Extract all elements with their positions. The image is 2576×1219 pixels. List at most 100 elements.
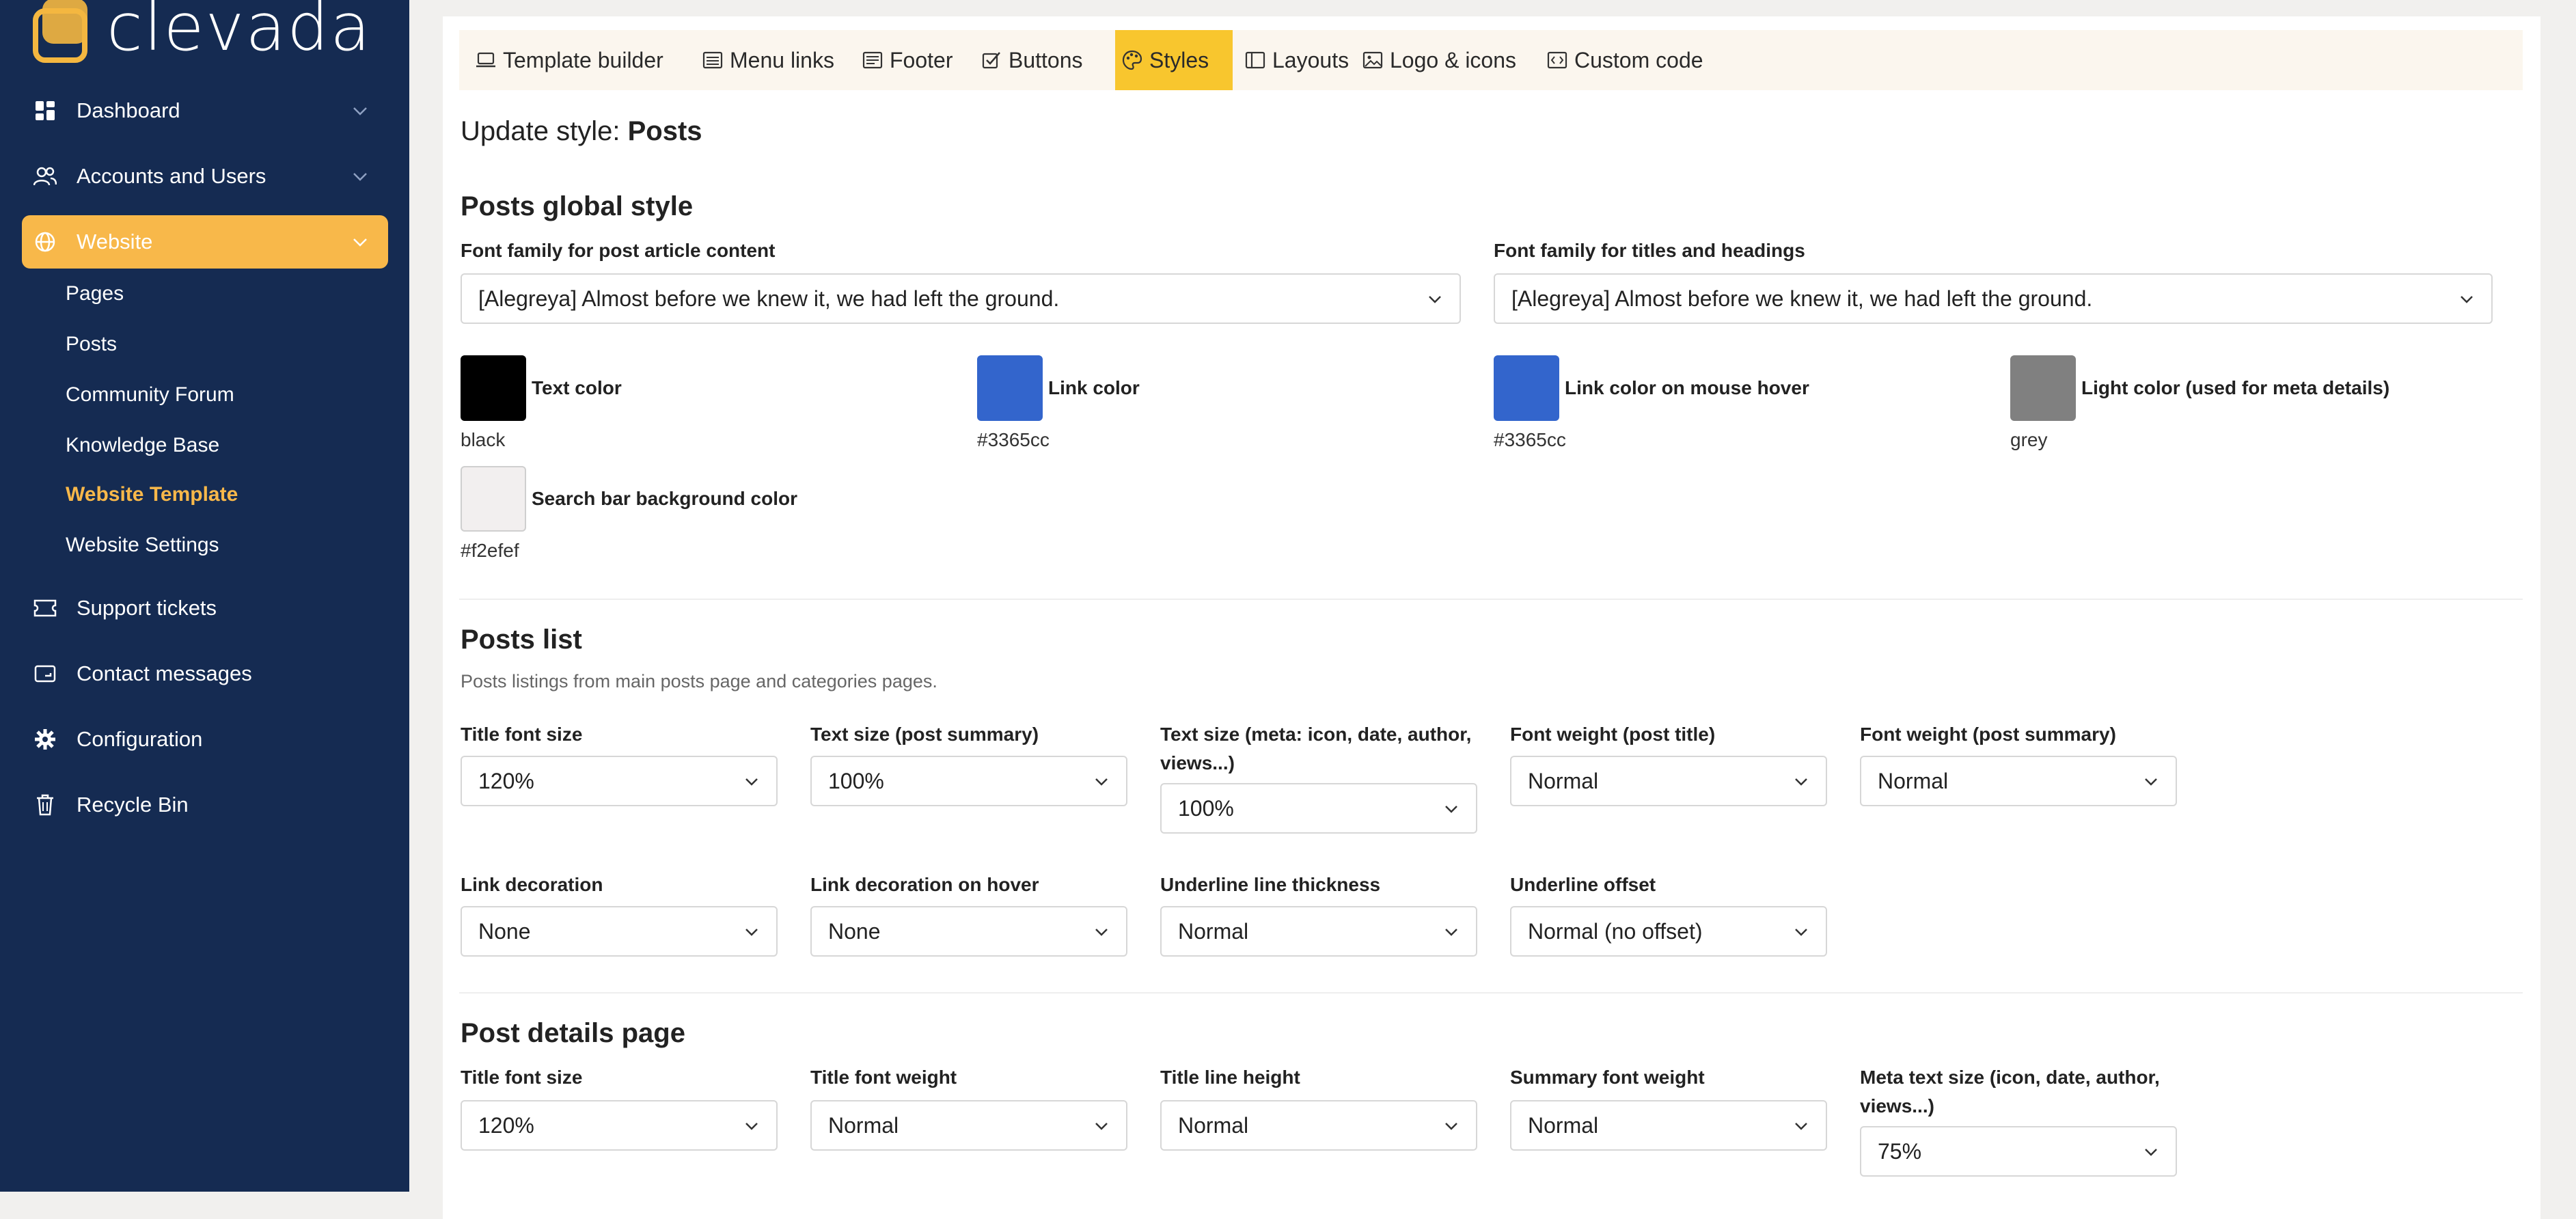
gear-icon	[33, 727, 57, 752]
chevron-down-icon	[1445, 1123, 1457, 1130]
sidebar-subitem-website-settings[interactable]: Website Settings	[66, 532, 219, 559]
sidebar-item-label: Support tickets	[77, 596, 217, 620]
details-title-line-height-select[interactable]: Normal	[1160, 1100, 1477, 1151]
link-decoration-hover-select[interactable]: None	[810, 906, 1127, 957]
search-bar-color-swatch[interactable]	[461, 466, 526, 532]
chevron-down-icon	[1095, 1123, 1108, 1130]
post-summary-weight-label: Font weight (post summary)	[1860, 724, 2116, 745]
logo-mark-icon	[33, 0, 92, 66]
text-color-label: Text color	[532, 377, 622, 398]
sidebar-item-support-tickets[interactable]: Support tickets	[22, 581, 388, 635]
search-bar-color-value: #f2efef	[461, 540, 519, 561]
meta-text-size-label: Text size (meta: icon, date, author, vie…	[1160, 724, 1472, 773]
light-color-label: Light color (used for meta details)	[2081, 377, 2390, 398]
chevron-down-icon	[353, 107, 367, 115]
chevron-down-icon	[745, 778, 758, 786]
tab-layouts[interactable]: Layouts	[1238, 30, 1356, 90]
tab-styles[interactable]: Styles	[1115, 30, 1233, 90]
palette-icon	[1122, 50, 1142, 70]
sidebar-item-website[interactable]: Website	[22, 215, 388, 269]
sidebar-item-contact-messages[interactable]: Contact messages	[22, 647, 388, 700]
tab-footer[interactable]: Footer	[855, 30, 959, 90]
select-value: Normal (no offset)	[1528, 918, 1703, 944]
tab-label: Custom code	[1574, 47, 1703, 72]
light-color-value: grey	[2010, 429, 2048, 450]
link-decoration-select[interactable]: None	[461, 906, 778, 957]
tab-logo-icons[interactable]: Logo & icons	[1356, 30, 1523, 90]
chevron-down-icon	[745, 929, 758, 936]
tab-label: Menu links	[730, 47, 834, 72]
sidebar-item-configuration[interactable]: Configuration	[22, 713, 388, 766]
select-value: None	[828, 918, 881, 944]
sidebar-item-label: Website	[77, 230, 153, 254]
details-summary-weight-label: Summary font weight	[1510, 1067, 1705, 1088]
post-summary-weight-select[interactable]: Normal	[1860, 756, 2177, 806]
tab-label: Styles	[1149, 47, 1209, 72]
select-value: 75%	[1878, 1138, 1922, 1164]
page-title: Update style: Posts	[461, 116, 702, 147]
title-font-size-select[interactable]: 120%	[461, 756, 778, 806]
page-title-name: Posts	[627, 116, 702, 146]
section-divider	[459, 599, 2523, 600]
chevron-down-icon	[1095, 778, 1108, 786]
sidebar-subitem-posts[interactable]: Posts	[66, 331, 117, 358]
font-content-value: [Alegreya] Almost before we knew it, we …	[478, 286, 1060, 311]
link-color-label: Link color	[1048, 377, 1140, 398]
details-title-font-size-select[interactable]: 120%	[461, 1100, 778, 1151]
link-decoration-hover-label: Link decoration on hover	[810, 874, 1039, 895]
sidebar-subitem-knowledge-base[interactable]: Knowledge Base	[66, 432, 219, 459]
chevron-down-icon	[1429, 296, 1441, 303]
font-titles-select[interactable]: [Alegreya] Almost before we knew it, we …	[1494, 273, 2493, 324]
posts-list-description: Posts listings from main posts page and …	[461, 671, 937, 691]
title-font-size-label: Title font size	[461, 724, 583, 745]
details-title-font-size-label: Title font size	[461, 1067, 583, 1088]
font-content-select[interactable]: [Alegreya] Almost before we knew it, we …	[461, 273, 1461, 324]
font-titles-label: Font family for titles and headings	[1494, 240, 1805, 261]
meta-text-size-select[interactable]: 100%	[1160, 783, 1477, 834]
tab-label: Layouts	[1272, 47, 1349, 72]
link-color-swatch[interactable]	[977, 355, 1043, 421]
dashboard-icon	[33, 98, 57, 123]
summary-text-size-select[interactable]: 100%	[810, 756, 1127, 806]
select-value: 100%	[1178, 795, 1234, 821]
checkbox-icon	[982, 52, 1000, 69]
sidebar-item-recycle-bin[interactable]: Recycle Bin	[22, 778, 388, 832]
chevron-down-icon	[1445, 806, 1457, 813]
details-meta-text-size-select[interactable]: 75%	[1860, 1126, 2177, 1177]
template-tabs: Template builder Menu links Footer Butto…	[459, 30, 2523, 90]
post-title-weight-label: Font weight (post title)	[1510, 724, 1716, 745]
logo[interactable]: clevada	[33, 0, 372, 68]
underline-offset-select[interactable]: Normal (no offset)	[1510, 906, 1827, 957]
select-value: Normal	[1878, 768, 1949, 793]
details-summary-weight-select[interactable]: Normal	[1510, 1100, 1827, 1151]
tab-template-builder[interactable]: Template builder	[469, 30, 670, 90]
post-title-weight-select[interactable]: Normal	[1510, 756, 1827, 806]
sidebar-item-accounts[interactable]: Accounts and Users	[22, 150, 388, 203]
light-color-swatch[interactable]	[2010, 355, 2076, 421]
tab-label: Logo & icons	[1390, 47, 1517, 72]
footer-icon	[862, 51, 883, 69]
tab-buttons[interactable]: Buttons	[974, 30, 1090, 90]
sidebar-item-dashboard[interactable]: Dashboard	[22, 84, 388, 137]
text-color-swatch[interactable]	[461, 355, 526, 421]
logo-text: clevada	[107, 0, 372, 66]
select-value: Normal	[1528, 1112, 1599, 1138]
summary-text-size-label: Text size (post summary)	[810, 724, 1039, 745]
sidebar-subitem-community-forum[interactable]: Community Forum	[66, 381, 234, 409]
sidebar-item-label: Configuration	[77, 727, 203, 751]
main-panel: Template builder Menu links Footer Butto…	[443, 16, 2540, 1219]
globe-icon	[33, 230, 57, 254]
link-hover-color-label: Link color on mouse hover	[1565, 377, 1809, 398]
chevron-down-icon	[353, 238, 367, 247]
tab-menu-links[interactable]: Menu links	[696, 30, 841, 90]
underline-thickness-select[interactable]: Normal	[1160, 906, 1477, 957]
select-value: Normal	[1178, 918, 1249, 944]
link-hover-color-swatch[interactable]	[1494, 355, 1559, 421]
tab-custom-code[interactable]: Custom code	[1540, 30, 1710, 90]
chevron-down-icon	[1445, 929, 1457, 936]
sidebar-subitem-website-template[interactable]: Website Template	[66, 481, 238, 508]
sidebar-subitem-pages[interactable]: Pages	[66, 280, 124, 307]
details-title-font-weight-select[interactable]: Normal	[810, 1100, 1127, 1151]
users-icon	[33, 164, 57, 189]
image-icon	[1362, 51, 1383, 69]
